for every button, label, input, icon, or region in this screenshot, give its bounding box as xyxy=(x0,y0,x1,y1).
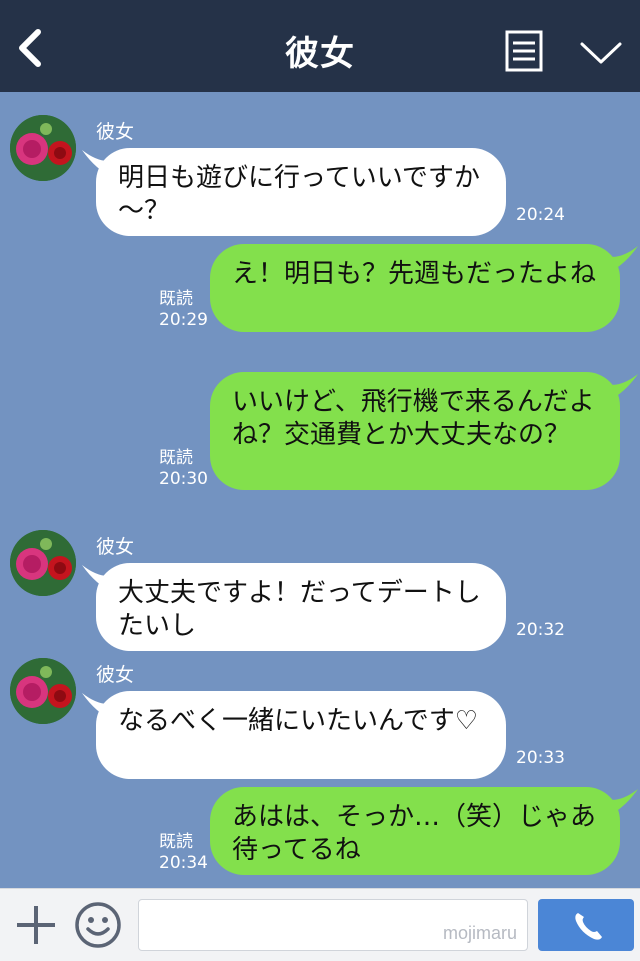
message-time: 20:33 xyxy=(516,748,565,768)
rose-avatar-icon xyxy=(10,115,76,181)
add-button[interactable] xyxy=(14,903,58,947)
avatar[interactable] xyxy=(10,530,76,596)
message-time: 20:24 xyxy=(516,205,565,225)
avatar[interactable] xyxy=(10,115,76,181)
message-bubble-incoming[interactable]: 明日も遊びに行っていいですか～？ xyxy=(96,148,506,236)
message-bubble-outgoing[interactable]: あはは、そっか…（笑）じゃあ待ってるね xyxy=(210,787,620,875)
message-time: 20:34 xyxy=(159,853,208,873)
collapse-button[interactable] xyxy=(578,34,624,70)
menu-icon xyxy=(505,30,543,72)
chevron-down-icon xyxy=(580,42,622,64)
read-receipt: 既読 xyxy=(159,832,193,852)
sender-name: 彼女 xyxy=(96,121,135,143)
message-bubble-outgoing[interactable]: え！明日も？先週もだったよね xyxy=(210,244,620,332)
sender-name: 彼女 xyxy=(96,536,135,558)
message-time: 20:30 xyxy=(159,469,208,489)
read-receipt: 既読 xyxy=(159,448,193,468)
message-time: 20:29 xyxy=(159,310,208,330)
plus-icon xyxy=(17,906,55,944)
watermark: mojimaru xyxy=(442,923,517,943)
rose-avatar-icon xyxy=(10,530,76,596)
chat-area[interactable]: 彼女 明日も遊びに行っていいですか～？ 20:24 え！明日も？先週もだったよね… xyxy=(0,92,640,888)
sender-name: 彼女 xyxy=(96,664,135,686)
input-bar: mojimaru xyxy=(0,888,640,961)
message-input[interactable]: mojimaru xyxy=(138,899,528,951)
emoji-icon xyxy=(75,902,121,948)
message-bubble-incoming[interactable]: なるべく一緒にいたいんです♡ xyxy=(96,691,506,779)
menu-button[interactable] xyxy=(505,30,543,72)
message-bubble-outgoing[interactable]: いいけど、飛行機で来るんだよね？交通費とか大丈夫なの？ xyxy=(210,372,620,490)
avatar[interactable] xyxy=(10,658,76,724)
rose-avatar-icon xyxy=(10,658,76,724)
message-time: 20:32 xyxy=(516,620,565,640)
message-bubble-incoming[interactable]: 大丈夫ですよ！だってデートしたいし xyxy=(96,563,506,651)
call-button[interactable] xyxy=(538,899,634,951)
chat-title: 彼女 xyxy=(285,34,355,74)
chat-header: 彼女 xyxy=(0,0,640,92)
phone-icon xyxy=(575,913,602,940)
read-receipt: 既読 xyxy=(159,289,193,309)
emoji-button[interactable] xyxy=(74,901,122,949)
